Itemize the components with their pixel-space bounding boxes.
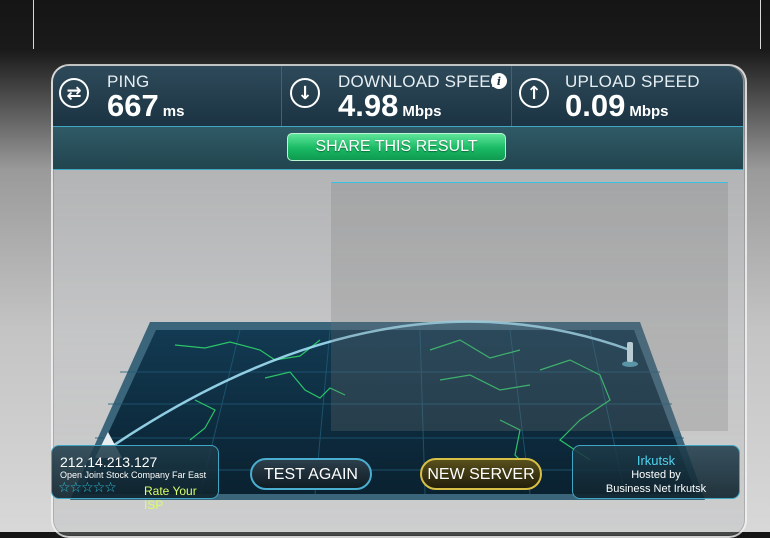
- download-arrow-icon: ↓: [290, 78, 320, 108]
- upload-number: 0.09: [565, 88, 626, 123]
- download-value: 4.98 Mbps: [338, 88, 442, 124]
- server-panel: Irkutsk Hosted by Business Net Irkutsk: [572, 445, 740, 499]
- download-stat: ↓ DOWNLOAD SPEED i 4.98 Mbps: [282, 66, 511, 126]
- ping-value: 667 ms: [107, 88, 184, 124]
- rate-isp-link[interactable]: Rate Your ISP: [144, 484, 218, 512]
- speed-graph-area: [331, 182, 728, 431]
- isp-panel: 212.14.213.127 Open Joint Stock Company …: [51, 445, 219, 512]
- results-bar: ⇄ PING 667 ms ↓ DOWNLOAD SPEED i 4.98 Mbps…: [53, 66, 743, 127]
- isp-name: Open Joint Stock Company Far East: [60, 470, 207, 480]
- ip-address: 212.14.213.127: [60, 454, 158, 470]
- host-name: Business Net Irkutsk: [605, 483, 707, 495]
- ping-arrows-icon: ⇄: [59, 78, 89, 108]
- ping-number: 667: [107, 88, 159, 123]
- server-city[interactable]: Irkutsk: [573, 453, 739, 468]
- new-server-button[interactable]: NEW SERVER: [420, 458, 542, 490]
- test-again-button[interactable]: TEST AGAIN: [250, 458, 372, 490]
- rating-stars[interactable]: ☆☆☆☆☆: [58, 480, 117, 496]
- upload-value: 0.09 Mbps: [565, 88, 669, 124]
- download-number: 4.98: [338, 88, 399, 123]
- bottom-controls: 212.14.213.127 Open Joint Stock Company …: [51, 445, 743, 512]
- ping-unit: ms: [162, 103, 185, 120]
- upload-arrow-icon: ↑: [519, 78, 549, 108]
- upload-stat: ↑ UPLOAD SPEED 0.09 Mbps: [512, 66, 743, 126]
- hosted-by-label: Hosted by: [631, 469, 681, 481]
- upload-unit: Mbps: [629, 103, 669, 120]
- download-unit: Mbps: [402, 103, 442, 120]
- ping-stat: ⇄ PING 667 ms: [53, 66, 281, 126]
- info-icon[interactable]: i: [491, 73, 507, 89]
- share-result-button[interactable]: SHARE THIS RESULT: [287, 133, 506, 161]
